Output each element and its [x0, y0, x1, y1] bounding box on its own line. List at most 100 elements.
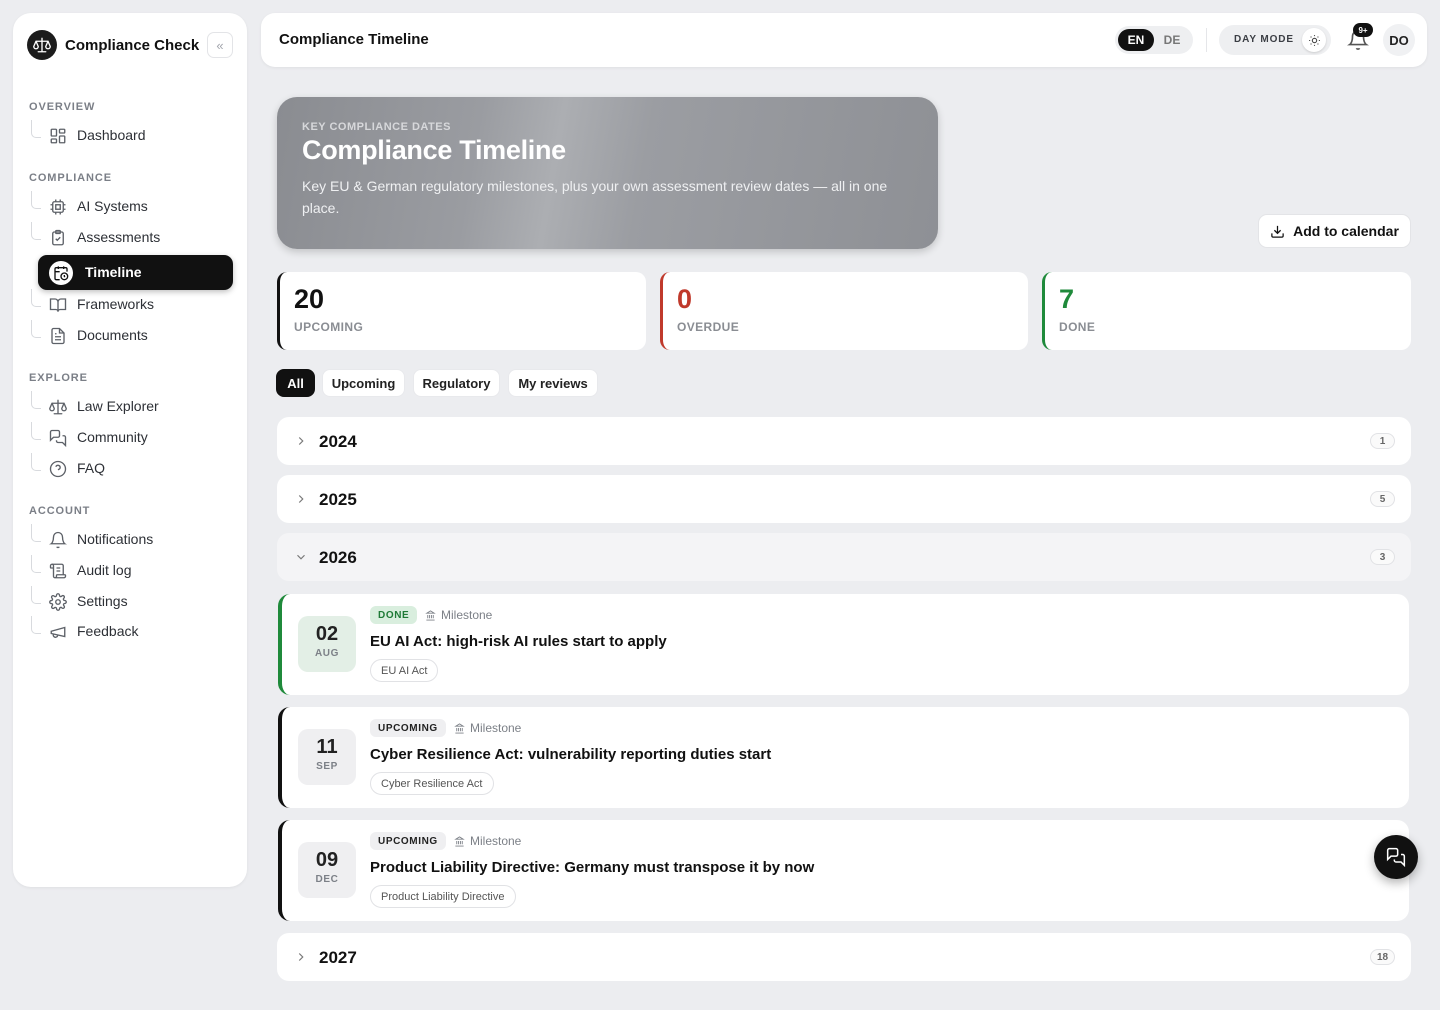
clipboard-check-icon	[52, 229, 64, 246]
brand[interactable]: Compliance Check	[27, 30, 199, 60]
stat-label-overdue: OVERDUE	[677, 320, 740, 334]
event-title: EU AI Act: high-risk AI rules start to a…	[370, 633, 667, 650]
status-badge: UPCOMING	[370, 832, 446, 850]
avatar[interactable]: DO	[1383, 24, 1415, 56]
timeline-event[interactable]: 02 AUG DONE Milestone EU AI Act: high-ri…	[278, 594, 1409, 695]
collapse-sidebar-button[interactable]: «	[207, 32, 233, 58]
hero-banner: KEY COMPLIANCE DATES Compliance Timeline…	[277, 97, 938, 249]
sidebar-item-assessments[interactable]: Assessments	[29, 222, 233, 253]
tree-line	[31, 555, 41, 573]
stat-card-done: 7 DONE	[1042, 272, 1411, 350]
landmark-icon	[454, 722, 465, 734]
tree-line	[31, 453, 41, 471]
tree-line	[31, 222, 41, 240]
event-month: AUG	[314, 648, 340, 659]
hero-eyebrow: KEY COMPLIANCE DATES	[302, 121, 451, 133]
event-tag[interactable]: Cyber Resilience Act	[370, 772, 494, 795]
filter-all[interactable]: All	[276, 369, 315, 397]
tree-line	[31, 524, 41, 542]
dashboard-icon	[50, 128, 66, 144]
filter-my-reviews[interactable]: My reviews	[508, 369, 598, 397]
tree-line	[31, 391, 41, 409]
event-type-label: Milestone	[470, 834, 522, 848]
event-type: Milestone	[454, 834, 521, 848]
sidebar-item-label: Frameworks	[77, 296, 155, 312]
chevron-right-icon	[298, 437, 304, 445]
filter-regulatory[interactable]: Regulatory	[413, 369, 500, 397]
tree-line	[31, 616, 41, 634]
event-day: 09	[315, 849, 339, 871]
lang-de-button[interactable]: DE	[1154, 29, 1190, 51]
nav-section-overview: OVERVIEW	[29, 101, 96, 113]
download-icon	[1271, 225, 1284, 238]
year-group-2026[interactable]: 2026 3	[277, 533, 1411, 581]
stat-label-upcoming: UPCOMING	[294, 320, 364, 334]
sidebar-item-documents[interactable]: Documents	[29, 320, 233, 351]
sidebar-item-feedback[interactable]: Feedback	[29, 616, 233, 647]
event-date: 02 AUG	[298, 616, 356, 672]
sidebar-item-settings[interactable]: Settings	[29, 586, 233, 617]
file-text-icon	[51, 327, 65, 345]
stat-card-overdue: 0 OVERDUE	[660, 272, 1028, 350]
event-type-label: Milestone	[441, 608, 493, 622]
sidebar-item-community[interactable]: Community	[29, 422, 233, 453]
year-label: 2025	[319, 490, 357, 509]
event-day: 02	[315, 623, 339, 645]
event-month: SEP	[316, 761, 338, 772]
calendar-clock-icon	[49, 261, 73, 285]
tree-line	[31, 320, 41, 338]
divider	[1206, 28, 1207, 52]
event-date: 09 DEC	[298, 842, 356, 898]
year-group-2024[interactable]: 2024 1	[277, 417, 1411, 465]
timeline-event[interactable]: 09 DEC UPCOMING Milestone Product Liabil…	[278, 820, 1409, 921]
sidebar-item-faq[interactable]: FAQ	[29, 453, 233, 484]
day-mode-toggle[interactable]: DAY MODE	[1219, 25, 1331, 55]
stat-card-upcoming: 20 UPCOMING	[277, 272, 646, 350]
year-group-2025[interactable]: 2025 5	[277, 475, 1411, 523]
year-label: 2027	[319, 948, 357, 967]
stat-label-done: DONE	[1059, 320, 1096, 334]
sidebar-item-ai-systems[interactable]: AI Systems	[29, 191, 233, 222]
sun-icon	[1302, 28, 1326, 52]
add-to-calendar-button[interactable]: Add to calendar	[1258, 214, 1411, 248]
stat-value-overdue: 0	[677, 284, 693, 314]
lang-en-button[interactable]: EN	[1118, 29, 1154, 51]
filter-upcoming[interactable]: Upcoming	[322, 369, 405, 397]
landmark-icon	[425, 609, 436, 621]
nav-section-compliance: COMPLIANCE	[29, 172, 112, 184]
event-tag[interactable]: EU AI Act	[370, 659, 439, 682]
sidebar-item-law-explorer[interactable]: Law Explorer	[29, 391, 233, 422]
event-day: 11	[316, 736, 338, 758]
year-group-2027[interactable]: 2027 18	[277, 933, 1411, 981]
sidebar-item-audit-log[interactable]: Audit log	[29, 555, 233, 586]
sidebar-item-notifications[interactable]: Notifications	[29, 524, 233, 555]
sidebar-item-label: FAQ	[77, 460, 106, 476]
nav-section-explore: EXPLORE	[29, 372, 88, 384]
cpu-icon	[50, 199, 66, 215]
help-circle-icon	[49, 460, 67, 478]
brand-name: Compliance Check	[65, 36, 200, 54]
sidebar-item-label: Assessments	[77, 229, 161, 245]
chevron-down-icon	[297, 554, 305, 560]
sidebar-item-frameworks[interactable]: Frameworks	[29, 289, 233, 320]
sidebar-item-dashboard[interactable]: Dashboard	[29, 120, 233, 151]
sidebar-item-timeline[interactable]: Timeline	[38, 255, 233, 290]
chat-button[interactable]	[1374, 835, 1418, 879]
bell-icon	[49, 531, 67, 549]
status-badge: DONE	[370, 606, 418, 624]
event-type: Milestone	[454, 721, 521, 735]
topbar: Compliance Timeline EN DE DAY MODE 9+ DO	[261, 13, 1427, 67]
mode-label: DAY MODE	[1234, 34, 1294, 45]
event-month: DEC	[315, 874, 339, 885]
scroll-text-icon	[49, 563, 67, 579]
chevron-right-icon	[298, 495, 304, 503]
chevrons-left-icon: «	[216, 37, 224, 53]
tree-line	[31, 191, 41, 209]
language-switch: EN DE	[1115, 26, 1193, 54]
messages-icon	[49, 429, 67, 447]
page-title: Compliance Timeline	[279, 31, 429, 48]
year-count-badge: 1	[1370, 433, 1395, 449]
timeline-event[interactable]: 11 SEP UPCOMING Milestone Cyber Resilien…	[278, 707, 1409, 808]
sidebar-item-label: Dashboard	[77, 127, 146, 143]
event-tag[interactable]: Product Liability Directive	[370, 885, 516, 908]
